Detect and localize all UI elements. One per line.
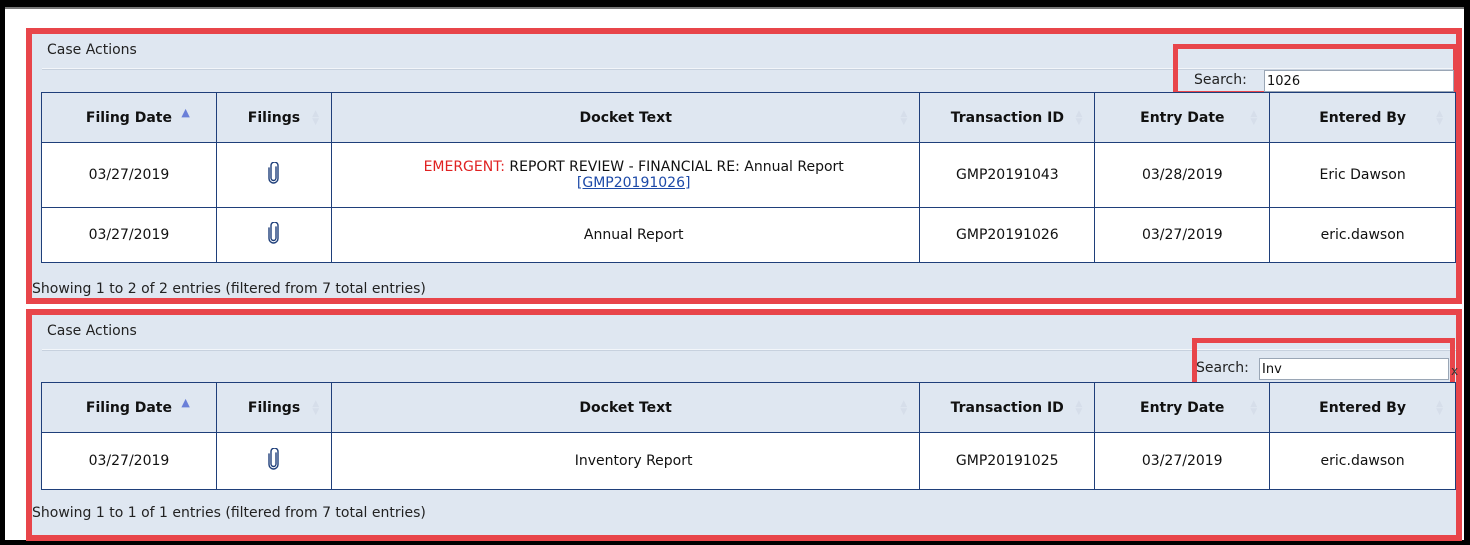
column-header-docket-text[interactable]: Docket Text ▲ ▼: [331, 92, 921, 143]
table-row: 03/27/2019 EMERGENT: REPORT REVIEW - FIN…: [41, 142, 1456, 208]
sort-both-icon[interactable]: ▲ ▼: [1436, 399, 1443, 416]
transaction-id-cell: GMP20191025: [919, 432, 1096, 490]
column-header-entered-by[interactable]: Entered By ▲ ▼: [1269, 92, 1456, 143]
column-label: Transaction ID: [950, 109, 1064, 126]
column-label: Docket Text: [579, 109, 672, 126]
paperclip-icon[interactable]: [268, 447, 280, 474]
docket-text-cell: Inventory Report: [331, 432, 921, 490]
entry-date-cell: 03/28/2019: [1094, 142, 1271, 208]
transaction-id-cell: GMP20191043: [919, 142, 1096, 208]
paperclip-icon[interactable]: [268, 221, 280, 248]
column-label: Filing Date: [85, 109, 172, 126]
filing-date-cell: 03/27/2019: [41, 142, 217, 208]
search-label: Search:: [1194, 72, 1247, 88]
filing-date-cell: 03/27/2019: [41, 207, 217, 263]
column-label: Transaction ID: [950, 399, 1064, 416]
column-header-docket-text[interactable]: Docket Text ▲ ▼: [331, 382, 921, 433]
sort-both-icon[interactable]: ▲ ▼: [312, 109, 319, 126]
column-header-filing-date[interactable]: Filing Date ▲: [41, 92, 217, 143]
filings-cell: [215, 207, 333, 263]
filings-cell: [215, 432, 333, 490]
column-header-filings[interactable]: Filings ▲ ▼: [215, 92, 333, 143]
sort-ascending-icon[interactable]: ▲: [181, 396, 189, 409]
sort-both-icon[interactable]: ▲ ▼: [1250, 109, 1257, 126]
column-header-filing-date[interactable]: Filing Date ▲: [41, 382, 217, 433]
table-info-footer: Showing 1 to 2 of 2 entries (filtered fr…: [32, 281, 426, 297]
entry-date-cell: 03/27/2019: [1094, 432, 1271, 490]
case-actions-table: Filing Date ▲ Filings ▲ ▼ Docket Text ▲ ▼ …: [41, 92, 1456, 263]
column-label: Filings: [247, 109, 301, 126]
clear-search-icon[interactable]: x: [1451, 364, 1458, 378]
table-row: 03/27/2019 Annual Report GMP20191026 03/…: [41, 207, 1456, 263]
column-header-entry-date[interactable]: Entry Date ▲ ▼: [1094, 382, 1271, 433]
column-header-transaction-id[interactable]: Transaction ID ▲ ▼: [919, 382, 1096, 433]
sort-both-icon[interactable]: ▲ ▼: [1075, 399, 1082, 416]
column-label: Docket Text: [579, 399, 672, 416]
transaction-id-cell: GMP20191026: [919, 207, 1096, 263]
table-info-footer: Showing 1 to 1 of 1 entries (filtered fr…: [32, 505, 426, 521]
entered-by-cell: Eric Dawson: [1269, 142, 1456, 208]
column-label: Filings: [247, 399, 301, 416]
sort-both-icon[interactable]: ▲ ▼: [1436, 109, 1443, 126]
docket-reference-link[interactable]: [GMP20191026]: [577, 175, 691, 191]
column-header-transaction-id[interactable]: Transaction ID ▲ ▼: [919, 92, 1096, 143]
search-input[interactable]: [1259, 358, 1449, 380]
column-label: Entry Date: [1140, 109, 1225, 126]
emergent-label: EMERGENT:: [423, 159, 505, 175]
sort-both-icon[interactable]: ▲ ▼: [312, 399, 319, 416]
filing-date-cell: 03/27/2019: [41, 432, 217, 490]
entered-by-cell: eric.dawson: [1269, 207, 1456, 263]
column-label: Entry Date: [1140, 399, 1225, 416]
entered-by-cell: eric.dawson: [1269, 432, 1456, 490]
case-actions-panel-2: Case Actions Search: x Filing Date ▲ Fil…: [26, 309, 1462, 541]
search-label: Search:: [1196, 360, 1249, 376]
screenshot-frame: Case Actions Search: Filing Date ▲ Filin…: [5, 7, 1464, 541]
column-label: Filing Date: [85, 399, 172, 416]
case-actions-panel-1: Case Actions Search: Filing Date ▲ Filin…: [26, 28, 1462, 304]
sort-both-icon[interactable]: ▲ ▼: [1075, 109, 1082, 126]
sort-both-icon[interactable]: ▲ ▼: [900, 109, 907, 126]
sort-both-icon[interactable]: ▲ ▼: [1250, 399, 1257, 416]
table-header-row: Filing Date ▲ Filings ▲ ▼ Docket Text ▲ ▼ …: [41, 92, 1456, 143]
paperclip-icon[interactable]: [268, 161, 280, 188]
column-label: Entered By: [1319, 109, 1407, 126]
column-header-entry-date[interactable]: Entry Date ▲ ▼: [1094, 92, 1271, 143]
sort-both-icon[interactable]: ▲ ▼: [900, 399, 907, 416]
docket-text-cell: Annual Report: [331, 207, 921, 263]
table-header-row: Filing Date ▲ Filings ▲ ▼ Docket Text ▲ ▼ …: [41, 382, 1456, 433]
column-label: Entered By: [1319, 399, 1406, 416]
entry-date-cell: 03/27/2019: [1094, 207, 1271, 263]
column-header-entered-by[interactable]: Entered By ▲ ▼: [1269, 382, 1456, 433]
column-header-filings[interactable]: Filings ▲ ▼: [215, 382, 333, 433]
filings-cell: [215, 142, 333, 208]
case-actions-table: Filing Date ▲ Filings ▲ ▼ Docket Text ▲ ▼ …: [41, 382, 1456, 490]
docket-text-cell: EMERGENT: REPORT REVIEW - FINANCIAL RE: …: [331, 142, 921, 208]
search-input[interactable]: [1264, 70, 1454, 92]
docket-description: REPORT REVIEW - FINANCIAL RE: Annual Rep…: [504, 159, 844, 175]
sort-ascending-icon[interactable]: ▲: [181, 106, 189, 119]
table-row: 03/27/2019 Inventory Report GMP20191025 …: [41, 432, 1456, 490]
